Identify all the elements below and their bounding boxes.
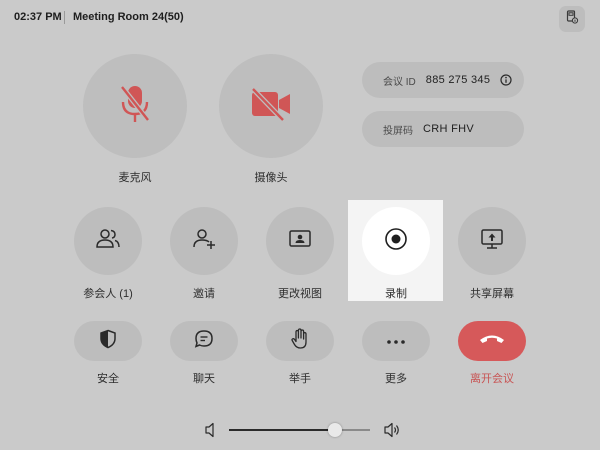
room-name: Meeting Room 24(50) <box>73 11 184 23</box>
mic-off-icon <box>115 82 155 131</box>
record-button[interactable] <box>362 207 430 275</box>
header-divider <box>64 11 65 24</box>
info-icon <box>500 74 512 86</box>
invite-button[interactable] <box>170 207 238 275</box>
leave-meeting-button[interactable] <box>458 321 526 361</box>
security-button[interactable] <box>74 321 142 361</box>
record-icon <box>384 227 408 256</box>
more-button[interactable] <box>362 321 430 361</box>
share-screen-label: 共享屏幕 <box>470 288 514 300</box>
microphone-label: 麦克风 <box>118 172 152 184</box>
hang-up-icon <box>478 332 506 351</box>
share-code-value: CRH FHV <box>423 123 474 135</box>
shield-icon <box>99 329 117 354</box>
change-view-button[interactable] <box>266 207 334 275</box>
clock-time: 02:37 PM <box>14 11 62 23</box>
volume-slider-fill <box>229 429 335 431</box>
share-screen-icon <box>480 228 504 255</box>
volume-low-icon[interactable] <box>205 422 217 443</box>
layout-view-icon <box>288 229 312 254</box>
camera-button[interactable] <box>219 54 323 158</box>
share-screen-button[interactable] <box>458 207 526 275</box>
volume-slider[interactable] <box>229 429 370 431</box>
device-info-button[interactable] <box>559 6 585 32</box>
share-code-label: 投屏码 <box>383 125 413 137</box>
raise-hand-button[interactable] <box>266 321 334 361</box>
camera-label: 摄像头 <box>254 172 288 184</box>
meeting-id-value: 885 275 345 <box>425 74 491 86</box>
volume-high-icon[interactable] <box>384 422 402 443</box>
more-dots-icon <box>386 332 406 350</box>
device-info-icon <box>565 9 579 29</box>
chat-bubble-icon <box>194 329 214 354</box>
meeting-id-pill[interactable]: 会议 ID 885 275 345 <box>362 62 524 98</box>
add-user-icon <box>192 228 216 255</box>
video-off-icon <box>249 86 293 127</box>
leave-meeting-label: 离开会议 <box>470 373 514 385</box>
chat-button[interactable] <box>170 321 238 361</box>
participants-button[interactable] <box>74 207 142 275</box>
share-code-pill[interactable]: 投屏码 CRH FHV <box>362 111 524 147</box>
hand-icon <box>290 327 310 355</box>
meeting-id-label: 会议 ID <box>383 76 416 88</box>
microphone-button[interactable] <box>83 54 187 158</box>
volume-slider-handle[interactable] <box>327 423 342 437</box>
participants-icon <box>95 228 121 255</box>
